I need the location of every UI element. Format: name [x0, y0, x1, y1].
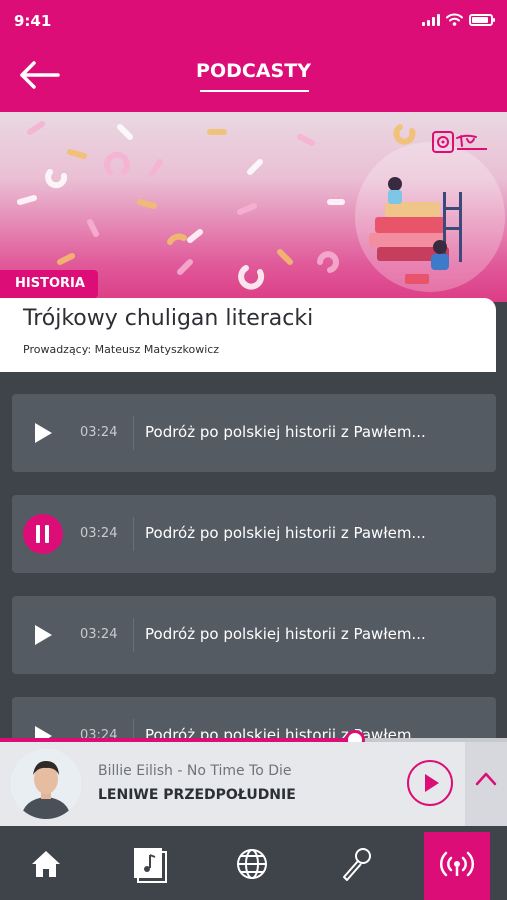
play-icon[interactable] — [28, 418, 58, 448]
chevron-up-icon — [475, 772, 497, 786]
nav-podcasts[interactable] — [336, 844, 376, 884]
host-avatar — [11, 749, 81, 819]
episode-divider — [133, 416, 134, 450]
episode-item-playing[interactable]: 03:24 Podróż po polskiej historii z Pawł… — [12, 495, 496, 573]
microphone-icon — [343, 848, 371, 881]
home-icon — [32, 851, 60, 877]
reading-illustration — [369, 177, 462, 284]
now-playing-show: LENIWE PRZEDPOŁUDNIE — [98, 787, 296, 803]
episode-duration: 03:24 — [80, 425, 118, 440]
expand-player-button[interactable] — [465, 742, 507, 826]
mini-player: Billie Eilish - No Time To Die LENIWE PR… — [0, 742, 507, 826]
pause-icon[interactable] — [23, 514, 63, 554]
nav-home[interactable] — [26, 844, 66, 884]
globe-icon — [237, 849, 267, 879]
status-icons — [422, 13, 495, 26]
category-badge: HISTORIA — [0, 270, 98, 298]
battery-icon — [469, 13, 495, 26]
episode-duration: 03:24 — [80, 627, 118, 642]
status-time: 9:41 — [14, 12, 52, 30]
app-header: 9:41 PODCASTY — [0, 0, 507, 112]
cellular-signal-icon — [422, 13, 440, 26]
episode-item[interactable]: 03:24 Podróż po polskiej historii z Pawł… — [12, 394, 496, 472]
player-play-button[interactable] — [407, 760, 453, 806]
nav-live-radio[interactable] — [424, 832, 490, 900]
nav-world[interactable] — [232, 844, 272, 884]
episode-title: Podróż po polskiej historii z Pawłem... — [145, 423, 426, 441]
podcast-title: Trójkowy chuligan literacki — [23, 306, 314, 331]
podcast-host: Prowadzący: Mateusz Matyszkowicz — [23, 343, 220, 356]
episode-title: Podróż po polskiej historii z Pawłem... — [145, 625, 426, 643]
title-underline — [200, 90, 309, 92]
page-title: PODCASTY — [196, 60, 311, 82]
radio-broadcast-icon — [439, 851, 475, 877]
wifi-icon — [446, 13, 463, 26]
episode-duration: 03:24 — [80, 526, 118, 541]
podcast-info-card: Trójkowy chuligan literacki Prowadzący: … — [0, 298, 496, 372]
play-icon — [425, 774, 439, 792]
trojka-logo — [432, 131, 487, 153]
now-playing-track: Billie Eilish - No Time To Die — [98, 763, 292, 779]
episode-item[interactable]: 03:24 Podróż po polskiej historii z Pawł… — [12, 596, 496, 674]
episode-title: Podróż po polskiej historii z Pawłem... — [145, 524, 426, 542]
nav-music-library[interactable] — [129, 844, 169, 884]
episode-divider — [133, 618, 134, 652]
episode-divider — [133, 517, 134, 551]
music-library-icon — [134, 848, 167, 883]
play-icon[interactable] — [28, 620, 58, 650]
bottom-navigation — [0, 826, 507, 900]
